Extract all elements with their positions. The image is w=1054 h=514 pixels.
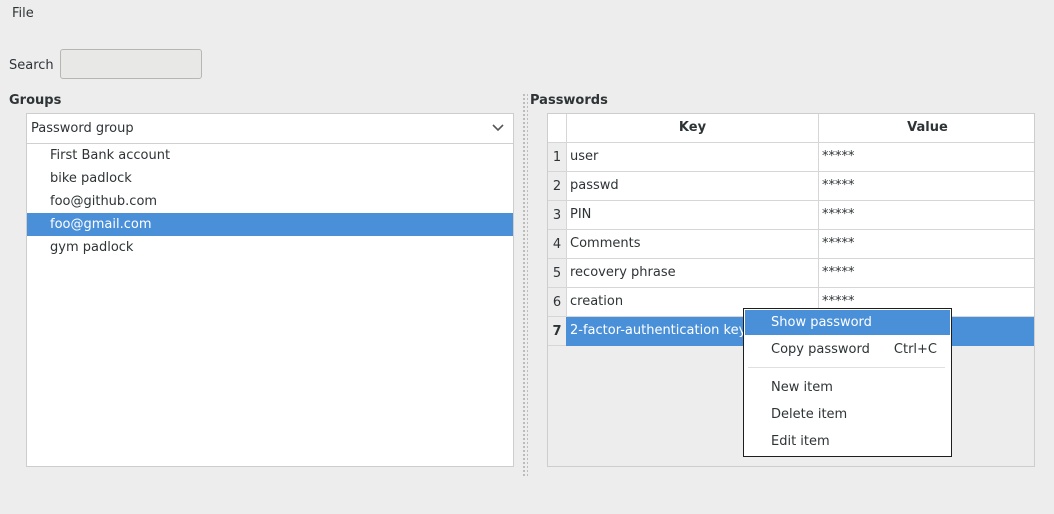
combo-value: Password group (31, 121, 134, 136)
group-item[interactable]: First Bank account (27, 144, 513, 167)
menu-item-show-password[interactable]: Show password (745, 310, 950, 335)
passwords-heading: Passwords (530, 93, 608, 108)
menu-item-edit-item[interactable]: Edit item (745, 429, 950, 454)
table-row[interactable]: 1 user ***** (548, 143, 1034, 172)
groups-heading: Groups (9, 93, 62, 108)
key-cell[interactable]: recovery phrase (566, 259, 818, 288)
menu-item-label: New item (771, 380, 833, 395)
groups-panel: Password group First Bank account bike p… (26, 113, 514, 467)
column-header-key[interactable]: Key (566, 114, 818, 142)
table-row[interactable]: 3 PIN ***** (548, 201, 1034, 230)
value-cell[interactable]: ***** (818, 230, 1034, 259)
row-number: 5 (548, 259, 566, 288)
row-number: 2 (548, 172, 566, 201)
menu-separator (748, 367, 945, 368)
value-cell[interactable]: ***** (818, 259, 1034, 288)
row-number: 3 (548, 201, 566, 230)
table-row[interactable]: 2 passwd ***** (548, 172, 1034, 201)
value-cell[interactable]: ***** (818, 201, 1034, 230)
group-item[interactable]: foo@github.com (27, 190, 513, 213)
table-row[interactable]: 5 recovery phrase ***** (548, 259, 1034, 288)
menu-item-new-item[interactable]: New item (745, 375, 950, 400)
column-header-value[interactable]: Value (818, 114, 1034, 142)
search-label: Search (9, 58, 54, 73)
password-group-combo[interactable]: Password group (27, 114, 513, 144)
search-input[interactable] (60, 49, 202, 79)
key-cell[interactable]: PIN (566, 201, 818, 230)
menu-item-label: Show password (771, 315, 872, 330)
row-number: 7 (548, 317, 566, 346)
row-number: 1 (548, 143, 566, 172)
context-menu: Show password Copy password Ctrl+C New i… (743, 308, 952, 457)
group-item[interactable]: bike padlock (27, 167, 513, 190)
menu-item-label: Edit item (771, 434, 830, 449)
menu-item-label: Copy password (771, 342, 870, 357)
value-cell[interactable]: ***** (818, 143, 1034, 172)
row-number: 4 (548, 230, 566, 259)
menu-file[interactable]: File (12, 6, 34, 21)
row-number: 6 (548, 288, 566, 317)
value-cell[interactable]: ***** (818, 172, 1034, 201)
chevron-down-icon (492, 124, 504, 132)
menu-item-delete-item[interactable]: Delete item (745, 402, 950, 427)
table-header: Key Value (548, 114, 1034, 143)
table-row[interactable]: 4 Comments ***** (548, 230, 1034, 259)
group-item[interactable]: gym padlock (27, 236, 513, 259)
menu-item-copy-password[interactable]: Copy password Ctrl+C (745, 337, 950, 362)
pane-splitter[interactable] (522, 93, 528, 478)
group-item-selected[interactable]: foo@gmail.com (27, 213, 513, 236)
shortcut-label: Ctrl+C (893, 342, 937, 357)
key-cell[interactable]: passwd (566, 172, 818, 201)
menu-item-label: Delete item (771, 407, 848, 422)
key-cell[interactable]: user (566, 143, 818, 172)
key-cell[interactable]: Comments (566, 230, 818, 259)
